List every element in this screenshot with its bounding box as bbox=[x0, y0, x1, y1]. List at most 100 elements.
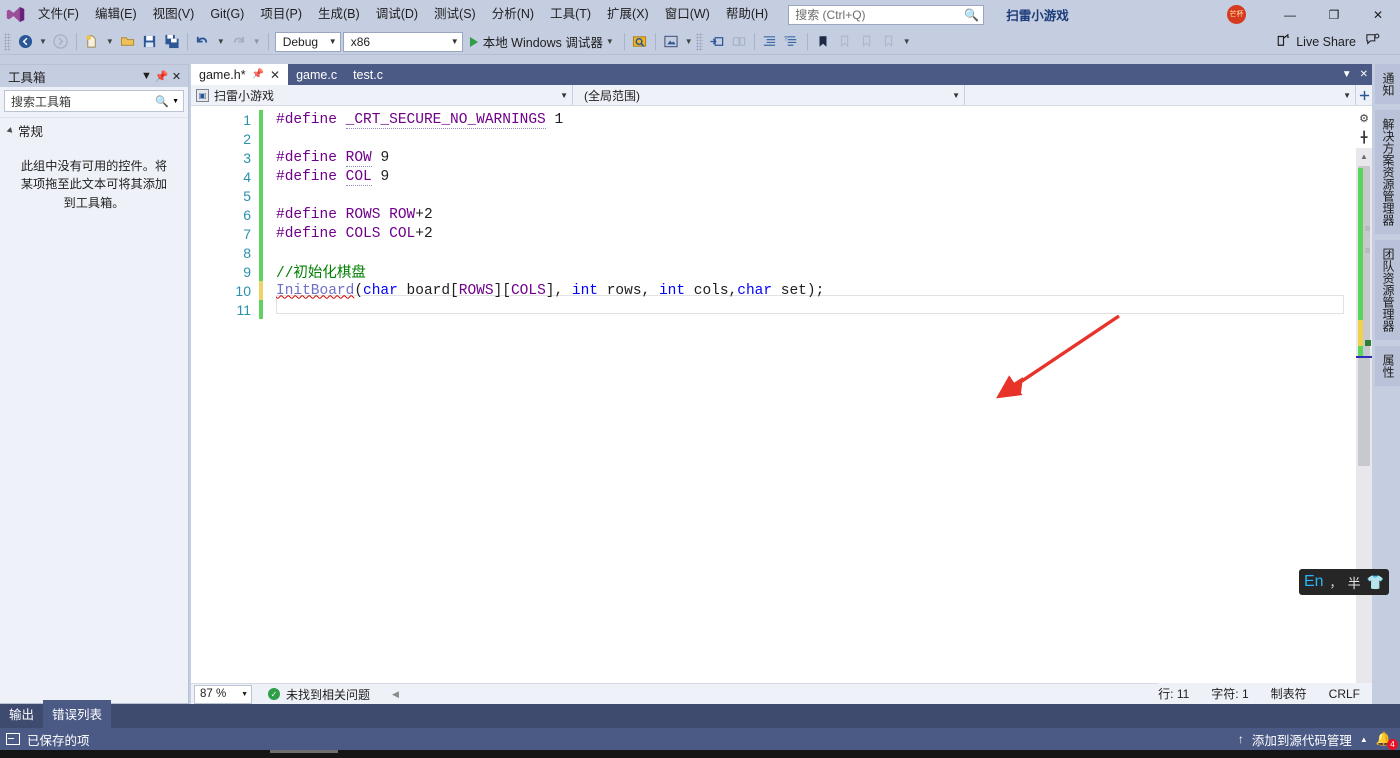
save-all-icon[interactable] bbox=[161, 31, 183, 53]
menu-extensions[interactable]: 扩展(X) bbox=[599, 4, 657, 26]
code-line[interactable]: 6 #define ROWS ROW+2 bbox=[191, 205, 1372, 224]
split-view-icon[interactable]: ╋ bbox=[1361, 131, 1368, 144]
right-tab-notifications[interactable]: 通知 bbox=[1375, 64, 1400, 104]
menu-tools[interactable]: 工具(T) bbox=[542, 4, 599, 26]
menu-debug[interactable]: 调试(D) bbox=[368, 4, 426, 26]
screenshot-dropdown-icon[interactable]: ▼ bbox=[682, 37, 696, 46]
navigate-back-icon[interactable] bbox=[14, 31, 36, 53]
undo-dropdown-icon[interactable]: ▼ bbox=[214, 37, 228, 46]
tab-game-c-label: game.c bbox=[296, 67, 338, 82]
toolbox-search-input[interactable]: 搜索工具箱 🔍 ▼ bbox=[4, 90, 184, 112]
build-configuration-select[interactable]: Debug ▼ bbox=[274, 31, 341, 52]
chevron-up-icon[interactable]: ▲ bbox=[1360, 735, 1368, 744]
prev-bookmark-icon[interactable] bbox=[856, 31, 878, 53]
right-tab-solution-explorer[interactable]: 解决方案资源管理器 bbox=[1375, 110, 1400, 234]
chevron-down-icon[interactable]: ▼ bbox=[172, 98, 179, 105]
next-bookmark-icon[interactable] bbox=[834, 31, 856, 53]
bottom-tab-output[interactable]: 输出 bbox=[0, 700, 43, 728]
ime-mode-label[interactable]: En bbox=[1304, 573, 1324, 591]
code-line[interactable]: 2 bbox=[191, 129, 1372, 148]
redo-dropdown-icon[interactable]: ▼ bbox=[250, 37, 264, 46]
pin-icon[interactable]: 📌 bbox=[252, 69, 264, 80]
menu-view[interactable]: 视图(V) bbox=[145, 4, 203, 26]
code-line[interactable]: 7 #define COLS COL+2 bbox=[191, 224, 1372, 243]
toolbar-overflow-icon[interactable]: ▼ bbox=[900, 37, 914, 46]
close-icon[interactable]: ✕ bbox=[270, 68, 280, 82]
prev-issue-icon[interactable]: ◀ bbox=[392, 689, 399, 700]
feedback-icon[interactable] bbox=[1356, 33, 1394, 50]
tab-game-h[interactable]: game.h* 📌 ✕ bbox=[191, 64, 289, 85]
step-into-icon[interactable] bbox=[706, 31, 728, 53]
menu-project[interactable]: 项目(P) bbox=[252, 4, 310, 26]
code-line[interactable]: 3 #define ROW 9 bbox=[191, 148, 1372, 167]
code-line[interactable]: 8 bbox=[191, 243, 1372, 262]
source-control-label[interactable]: 添加到源代码管理 bbox=[1252, 730, 1352, 749]
tab-game-c[interactable]: game.c bbox=[288, 64, 346, 85]
navbar-scope-select[interactable]: (全局范围) ▼ bbox=[573, 85, 965, 105]
new-file-icon[interactable] bbox=[81, 31, 103, 53]
menu-test[interactable]: 测试(S) bbox=[426, 4, 484, 26]
build-platform-select[interactable]: x86 ▼ bbox=[342, 31, 463, 52]
new-file-dropdown-icon[interactable]: ▼ bbox=[103, 37, 117, 46]
code-line[interactable]: 4 #define COL 9 bbox=[191, 167, 1372, 186]
ime-punctuation-toggle[interactable]: ， bbox=[1330, 574, 1342, 591]
right-tab-team-explorer[interactable]: 团队资源管理器 bbox=[1375, 240, 1400, 340]
gear-icon[interactable]: ⚙ bbox=[1359, 112, 1369, 125]
navbar-project-select[interactable]: ▣ 扫雷小游戏 ▼ bbox=[191, 85, 573, 105]
clear-bookmarks-icon[interactable] bbox=[878, 31, 900, 53]
chevron-down-icon[interactable]: ▼ bbox=[603, 37, 617, 46]
tab-list-icon[interactable]: ▼ bbox=[1342, 69, 1352, 80]
menu-edit[interactable]: 编辑(E) bbox=[87, 4, 145, 26]
right-tab-properties[interactable]: 属性 bbox=[1375, 346, 1400, 386]
redo-icon[interactable] bbox=[228, 31, 250, 53]
screenshot-icon[interactable] bbox=[660, 31, 682, 53]
tab-test-c[interactable]: test.c bbox=[345, 64, 391, 85]
navigate-forward-icon[interactable] bbox=[50, 31, 72, 53]
step-over-icon[interactable] bbox=[728, 31, 750, 53]
menu-analyze[interactable]: 分析(N) bbox=[484, 4, 542, 26]
maximize-button[interactable]: ❐ bbox=[1312, 0, 1356, 29]
editor-vertical-scrollbar[interactable]: ▲ ▼ bbox=[1356, 148, 1372, 683]
code-line[interactable]: 1 #define _CRT_SECURE_NO_WARNINGS 1 bbox=[191, 110, 1372, 129]
scroll-up-icon[interactable]: ▲ bbox=[1356, 148, 1372, 164]
bottom-tab-error-list[interactable]: 错误列表 bbox=[43, 700, 112, 728]
toolbox-group-general[interactable]: 常规 bbox=[0, 117, 188, 143]
close-icon[interactable]: ✕ bbox=[169, 70, 184, 83]
upload-icon[interactable]: ↑ bbox=[1238, 732, 1244, 746]
ime-floating-bar[interactable]: En ， 半 👕 bbox=[1299, 569, 1390, 595]
toolbar-grip-2[interactable] bbox=[695, 32, 703, 51]
code-line[interactable]: 11 bbox=[191, 300, 1372, 319]
open-file-icon[interactable] bbox=[117, 31, 139, 53]
indent-icon[interactable] bbox=[759, 31, 781, 53]
save-icon[interactable] bbox=[139, 31, 161, 53]
comment-icon[interactable]: ? bbox=[781, 31, 803, 53]
menu-file[interactable]: 文件(F) bbox=[30, 4, 87, 26]
live-share-button[interactable]: Live Share bbox=[1276, 33, 1400, 50]
notification-bell-icon[interactable]: 🔔 4 bbox=[1376, 731, 1398, 750]
minimize-button[interactable]: — bbox=[1268, 0, 1312, 29]
code-line[interactable]: 5 bbox=[191, 186, 1372, 205]
code-line[interactable]: 10 InitBoard(char board[ROWS][COLS], int … bbox=[191, 281, 1372, 300]
hot-reload-icon[interactable] bbox=[629, 31, 651, 53]
quick-search-input[interactable]: 搜索 (Ctrl+Q) 🔍 bbox=[788, 4, 985, 25]
close-button[interactable]: ✕ bbox=[1356, 0, 1400, 29]
start-debugging-button[interactable]: 本地 Windows 调试器 ▼ bbox=[467, 31, 620, 53]
scrollbar-track[interactable] bbox=[1356, 164, 1372, 683]
code-line[interactable]: 9 //初始化棋盘 bbox=[191, 262, 1372, 282]
back-dropdown-icon[interactable]: ▼ bbox=[36, 37, 50, 46]
menu-help[interactable]: 帮助(H) bbox=[718, 4, 776, 26]
zoom-level-select[interactable]: 87 % ▼ bbox=[194, 684, 252, 704]
ime-width-toggle[interactable]: 半 bbox=[1348, 573, 1361, 592]
chevron-down-icon[interactable]: ▼ bbox=[139, 70, 154, 82]
toolbar-grip[interactable] bbox=[4, 32, 11, 51]
navbar-member-select[interactable]: ▼ bbox=[965, 85, 1356, 105]
avatar[interactable]: 芒杯 bbox=[1227, 5, 1246, 24]
code-editor[interactable]: 1 #define _CRT_SECURE_NO_WARNINGS 1 2 3 #def… bbox=[191, 106, 1372, 683]
undo-icon[interactable] bbox=[192, 31, 214, 53]
bookmark-icon[interactable] bbox=[812, 31, 834, 53]
pin-icon[interactable]: 📌 bbox=[154, 70, 169, 83]
menu-window[interactable]: 窗口(W) bbox=[657, 4, 718, 26]
shirt-icon[interactable]: 👕 bbox=[1367, 574, 1384, 591]
menu-build[interactable]: 生成(B) bbox=[310, 4, 368, 26]
menu-git[interactable]: Git(G) bbox=[202, 4, 252, 26]
